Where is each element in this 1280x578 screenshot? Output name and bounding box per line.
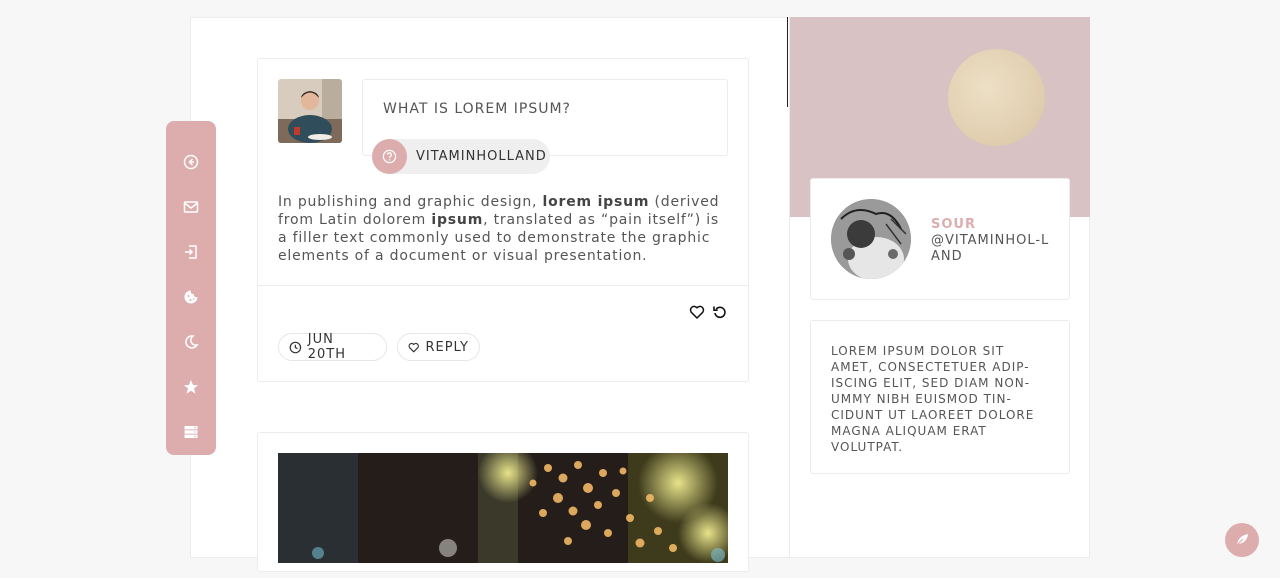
star-icon bbox=[184, 380, 198, 395]
sidebar-nav bbox=[166, 121, 216, 455]
description-card: LOREM IPSUM DOLOR SIT AMET, CONSECTETUER… bbox=[810, 320, 1070, 474]
heart-outline-icon bbox=[408, 342, 419, 352]
answer-text: In publishing and graphic design, lorem … bbox=[278, 193, 728, 265]
profile-photo bbox=[831, 199, 911, 279]
leaf-icon bbox=[1235, 534, 1248, 547]
asker-name: VITAMINHOLLAND bbox=[416, 149, 547, 164]
arrow-left-circle-icon bbox=[183, 154, 199, 169]
asker-badge[interactable]: VITAMINHOLLAND bbox=[372, 139, 550, 174]
text-cursor bbox=[787, 17, 788, 107]
moon-icon bbox=[185, 335, 199, 349]
clock-icon bbox=[289, 341, 302, 353]
profile-handle[interactable]: @VITAMINHOL-LAND bbox=[931, 233, 1051, 265]
bokeh-photo bbox=[278, 453, 728, 563]
envelope-icon bbox=[183, 200, 199, 213]
database-icon bbox=[184, 426, 198, 439]
profile-card: SOUR @VITAMINHOL-LAND bbox=[810, 178, 1070, 300]
profile-name: SOUR bbox=[931, 217, 976, 232]
post-date-link[interactable]: JUN 20TH bbox=[278, 332, 387, 362]
blog-description: LOREM IPSUM DOLOR SIT AMET, CONSECTETUER… bbox=[831, 344, 1035, 454]
avatar-photo bbox=[278, 79, 342, 143]
nav-back-button[interactable] bbox=[166, 139, 216, 184]
nav-cookie-button[interactable] bbox=[166, 274, 216, 319]
cookie-icon bbox=[184, 290, 198, 304]
answer-bold-1: lorem ipsum bbox=[542, 194, 650, 210]
profile-avatar[interactable] bbox=[831, 199, 911, 279]
nav-likes-button[interactable] bbox=[166, 365, 216, 410]
heart-icon bbox=[689, 305, 705, 319]
reply-label: REPLY bbox=[425, 339, 469, 355]
photo-post bbox=[257, 432, 749, 572]
question-text: WHAT IS LOREM IPSUM? bbox=[383, 101, 571, 117]
answer-bold-2: ipsum bbox=[431, 212, 484, 228]
reblog-icon bbox=[713, 306, 726, 319]
nav-archive-button[interactable] bbox=[166, 410, 216, 455]
post-photo[interactable] bbox=[278, 453, 728, 563]
asker-avatar[interactable] bbox=[278, 79, 342, 143]
nav-theme-button[interactable] bbox=[166, 320, 216, 365]
reblog-button[interactable] bbox=[712, 304, 728, 320]
moon-image bbox=[948, 49, 1045, 146]
post-divider bbox=[258, 285, 748, 286]
answer-text-part: In publishing and graphic design, bbox=[278, 194, 543, 210]
nav-submit-button[interactable] bbox=[166, 229, 216, 274]
like-button[interactable] bbox=[689, 304, 705, 320]
question-mark-icon bbox=[372, 139, 407, 174]
nav-messages-button[interactable] bbox=[166, 184, 216, 229]
credit-button[interactable] bbox=[1225, 523, 1259, 557]
post-date: JUN 20TH bbox=[307, 332, 347, 362]
reply-button[interactable]: REPLY bbox=[397, 333, 480, 361]
sign-in-icon bbox=[185, 245, 197, 259]
ask-post: WHAT IS LOREM IPSUM? VITAMINHOLLAND In p… bbox=[257, 58, 749, 382]
